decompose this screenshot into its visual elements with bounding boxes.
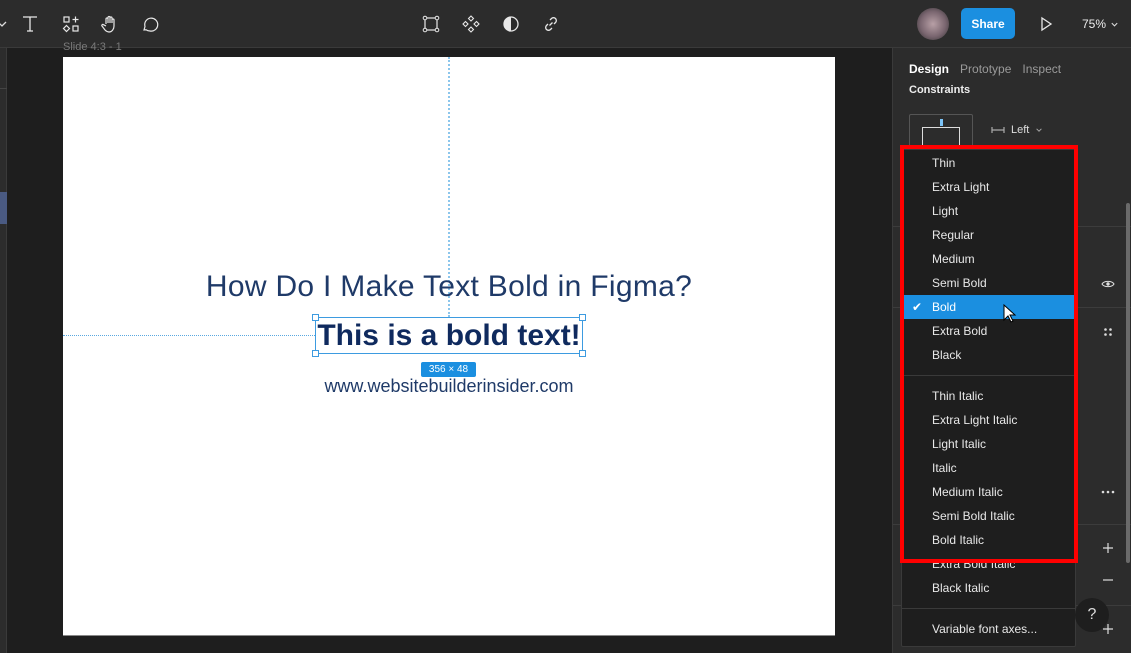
minus-icon <box>1103 579 1113 581</box>
resize-handle-bottom-left[interactable] <box>312 350 319 357</box>
menu-item-bold[interactable]: ✔ Bold <box>902 295 1075 319</box>
top-toolbar: Share 75% <box>0 0 1131 48</box>
contrast-icon <box>503 16 519 32</box>
url-text[interactable]: www.websitebuilderinsider.com <box>63 376 835 397</box>
comment-icon <box>143 17 159 32</box>
menu-item-semi-bold[interactable]: Semi Bold <box>902 271 1075 295</box>
divider <box>0 88 7 89</box>
present-button[interactable] <box>1036 14 1056 34</box>
menu-item-bold-italic[interactable]: Bold Italic <box>902 528 1075 552</box>
text-tool-button[interactable] <box>18 12 42 36</box>
menu-item-black[interactable]: Black <box>902 343 1075 367</box>
comment-tool-button[interactable] <box>138 12 162 36</box>
menu-item-extra-bold-italic[interactable]: Extra Bold Italic <box>902 552 1075 576</box>
constraints-widget[interactable] <box>909 114 973 157</box>
menu-item-semi-bold-italic[interactable]: Semi Bold Italic <box>902 504 1075 528</box>
panel-tabs: Design Prototype Inspect <box>909 62 1061 76</box>
share-button[interactable]: Share <box>961 8 1015 39</box>
constraints-heading: Constraints <box>909 84 971 96</box>
chevron-down-icon <box>1036 128 1043 132</box>
mouse-cursor <box>1003 303 1017 324</box>
resources-icon <box>62 16 79 33</box>
frame-label[interactable]: Slide 4:3 - 1 <box>63 41 122 53</box>
help-button[interactable]: ? <box>1075 598 1109 632</box>
resize-handle-top-left[interactable] <box>312 314 319 321</box>
hand-tool-button[interactable] <box>98 12 122 36</box>
font-weight-menu: Thin Extra Light Light Regular Medium Se… <box>901 149 1076 647</box>
menu-item-extra-bold[interactable]: Extra Bold <box>902 319 1075 343</box>
menu-separator <box>902 375 1075 376</box>
add-fill-button[interactable] <box>1098 538 1118 558</box>
menu-item-regular[interactable]: Regular <box>902 223 1075 247</box>
play-icon <box>1041 16 1053 32</box>
menu-item-medium-italic[interactable]: Medium Italic <box>902 480 1075 504</box>
constraint-top-indicator[interactable] <box>940 119 943 126</box>
text-icon <box>23 16 37 32</box>
dimension-badge: 356 × 48 <box>421 362 476 377</box>
resize-handle-bottom-right[interactable] <box>579 350 586 357</box>
menu-item-light-italic[interactable]: Light Italic <box>902 432 1075 456</box>
tab-prototype[interactable]: Prototype <box>960 62 1011 76</box>
tab-inspect[interactable]: Inspect <box>1022 62 1061 76</box>
checkmark-icon: ✔ <box>912 300 923 314</box>
left-sidebar-edge <box>0 48 7 653</box>
horizontal-constraint-dropdown[interactable]: Left <box>991 124 1043 136</box>
hand-icon <box>101 15 115 33</box>
selection-box[interactable] <box>312 314 586 357</box>
visibility-toggle[interactable] <box>1098 274 1118 294</box>
remove-fill-button[interactable] <box>1098 570 1118 590</box>
horizontal-constraint-icon <box>991 127 1005 133</box>
menu-item-label: Bold <box>932 300 957 314</box>
chevron-down-icon[interactable] <box>0 12 14 36</box>
zoom-dropdown[interactable]: 75% <box>1082 17 1119 31</box>
component-button[interactable] <box>459 12 483 36</box>
chevron-down-icon <box>1111 22 1118 27</box>
link-icon <box>545 17 557 31</box>
contrast-button[interactable] <box>499 12 523 36</box>
menu-item-thin[interactable]: Thin <box>902 151 1075 175</box>
resize-handle-top-right[interactable] <box>579 314 586 321</box>
pointer-icon <box>1003 303 1017 323</box>
heading-text[interactable]: How Do I Make Text Bold in Figma? <box>63 270 835 304</box>
menu-item-italic[interactable]: Italic <box>902 456 1075 480</box>
tab-design[interactable]: Design <box>909 62 949 76</box>
menu-item-extra-light-italic[interactable]: Extra Light Italic <box>902 408 1075 432</box>
menu-item-black-italic[interactable]: Black Italic <box>902 576 1075 600</box>
selected-layer-indicator[interactable] <box>0 192 7 224</box>
menu-item-extra-light[interactable]: Extra Light <box>902 175 1075 199</box>
menu-item-variable-font-axes[interactable]: Variable font axes... <box>902 617 1075 641</box>
menu-item-light[interactable]: Light <box>902 199 1075 223</box>
frame-selection-button[interactable] <box>419 12 443 36</box>
plus-icon <box>1103 543 1113 553</box>
link-button[interactable] <box>539 12 563 36</box>
horizontal-guide <box>63 335 315 336</box>
eye-icon <box>1101 280 1115 288</box>
styles-button[interactable] <box>1098 322 1118 342</box>
horizontal-constraint-value: Left <box>1011 124 1030 136</box>
more-options-button[interactable] <box>1098 482 1118 502</box>
frame-selection-icon <box>422 15 440 33</box>
menu-item-thin-italic[interactable]: Thin Italic <box>902 384 1075 408</box>
resources-tool-button[interactable] <box>59 12 83 36</box>
user-avatar[interactable] <box>917 8 949 40</box>
panel-scrollbar[interactable] <box>1126 203 1130 563</box>
more-horizontal-icon <box>1101 490 1115 494</box>
component-icon <box>462 15 480 33</box>
menu-item-medium[interactable]: Medium <box>902 247 1075 271</box>
grid-dots-icon <box>1104 328 1112 336</box>
menu-separator <box>902 608 1075 609</box>
zoom-level: 75% <box>1082 17 1107 31</box>
